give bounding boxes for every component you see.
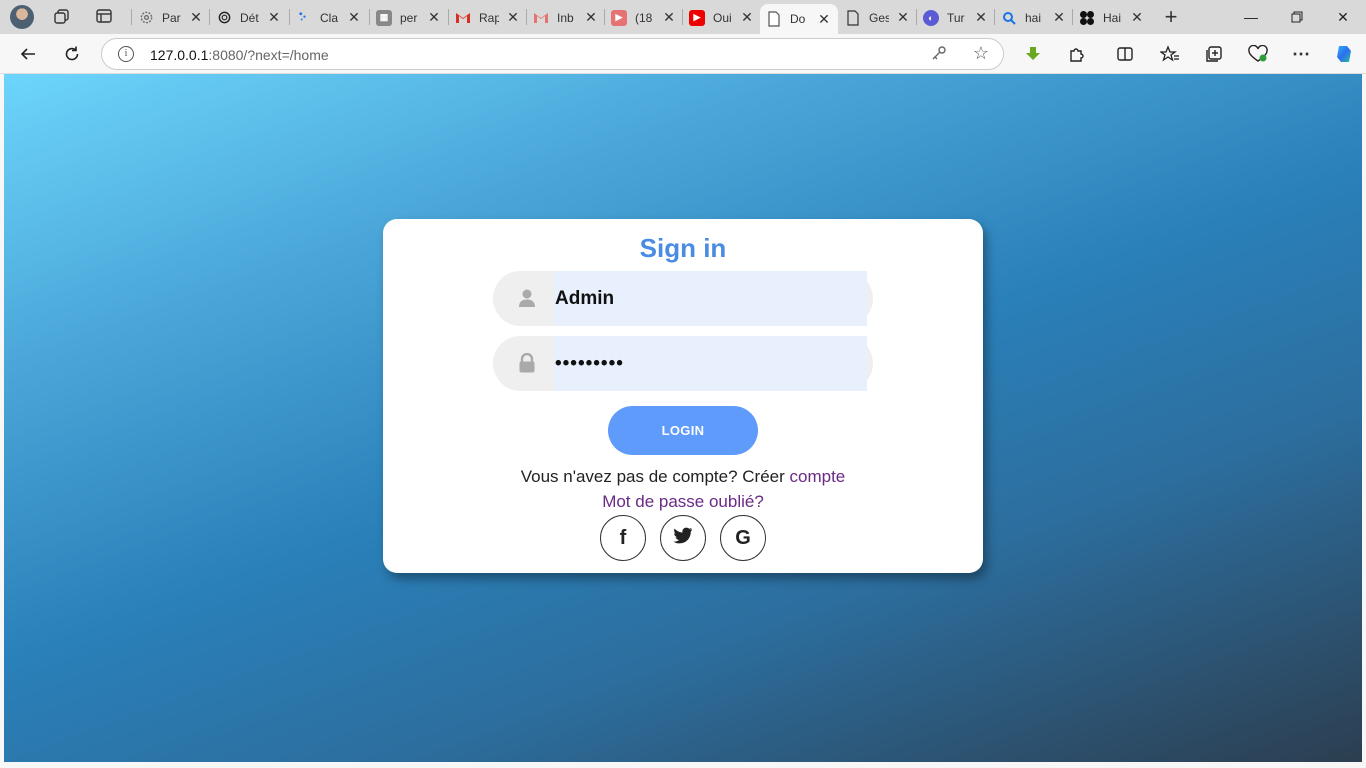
tab-title: Tur [947, 10, 965, 25]
copilot-icon[interactable] [1331, 42, 1357, 66]
performance-icon[interactable] [1245, 42, 1271, 66]
tab-title: Ges [869, 10, 889, 25]
twitter-icon [673, 527, 693, 550]
tab-actions-icon[interactable] [94, 7, 114, 27]
browser-toolbar: i 127.0.0.1:8080/?next=/home ☆ ⋯ [0, 34, 1366, 74]
tab-title: Hai [1103, 10, 1122, 25]
tab-close-icon[interactable]: ✕ [583, 9, 599, 26]
split-screen-icon[interactable] [1112, 42, 1138, 66]
facebook-icon: f [619, 526, 627, 549]
favorite-star-icon[interactable]: ☆ [973, 43, 989, 64]
profile-avatar[interactable] [10, 5, 34, 29]
tab-close-icon[interactable]: ✕ [505, 9, 521, 26]
tab-11[interactable]: ◐ Tur ✕ [917, 4, 993, 31]
tab-10[interactable]: Ges ✕ [839, 4, 915, 31]
extensions-icon[interactable] [1064, 42, 1090, 66]
tab-9-active[interactable]: Do ✕ [760, 4, 838, 34]
workspaces-icon[interactable] [52, 7, 72, 27]
url-path: :8080/?next=/home [208, 47, 329, 63]
google-button[interactable]: G [720, 515, 766, 561]
new-tab-icon[interactable]: + [1161, 6, 1181, 28]
tab-close-icon[interactable]: ✕ [346, 9, 362, 26]
lock-icon [517, 352, 537, 373]
collections-icon[interactable] [1201, 42, 1227, 66]
tab-title: Inb [557, 10, 574, 25]
favorites-icon[interactable] [1157, 42, 1183, 66]
tab-title: Do [790, 12, 806, 26]
password-input[interactable] [554, 336, 867, 391]
tab-8[interactable]: ▶ Oui ✕ [683, 4, 759, 31]
tab-title: Dét [240, 10, 259, 25]
more-menu-icon[interactable]: ⋯ [1288, 42, 1314, 66]
gmail-icon [455, 10, 471, 26]
openai-icon [216, 10, 232, 26]
url-text[interactable]: 127.0.0.1:8080/?next=/home [150, 47, 329, 63]
address-bar[interactable]: i 127.0.0.1:8080/?next=/home ☆ [101, 38, 1004, 70]
dots-icon [296, 10, 312, 26]
tab-1[interactable]: Par ✕ [132, 4, 208, 31]
user-icon [517, 288, 537, 308]
tab-close-icon[interactable]: ✕ [188, 9, 204, 26]
restore-icon[interactable] [1274, 0, 1320, 34]
login-button[interactable]: LOGIN [608, 406, 758, 455]
globe-icon: ◐ [923, 9, 939, 26]
tab-title: per [400, 10, 418, 25]
clover-icon [1079, 10, 1095, 26]
tab-title: Rap [479, 10, 499, 25]
tab-close-icon[interactable]: ✕ [816, 11, 832, 28]
tab-6[interactable]: Inb ✕ [527, 4, 603, 31]
tab-close-icon[interactable]: ✕ [895, 9, 911, 26]
username-field[interactable] [493, 271, 873, 326]
tab-close-icon[interactable]: ✕ [973, 9, 989, 26]
tab-2[interactable]: Dét ✕ [210, 4, 288, 31]
site-info-icon[interactable]: i [118, 46, 134, 62]
tab-13[interactable]: Hai ✕ [1073, 4, 1149, 31]
tab-close-icon[interactable]: ✕ [266, 9, 282, 26]
twitter-button[interactable] [660, 515, 706, 561]
signup-prompt-text: Vous n'avez pas de compte? Créer [520, 467, 790, 486]
tab-close-icon[interactable]: ✕ [426, 9, 442, 26]
key-icon[interactable] [931, 45, 947, 66]
document-icon [766, 11, 782, 27]
minimize-icon[interactable]: — [1228, 0, 1274, 34]
tab-close-icon[interactable]: ✕ [1051, 9, 1067, 26]
gmail-icon [533, 10, 549, 26]
tab-title: (18 [635, 10, 653, 25]
page-title: Sign in [639, 233, 727, 263]
tab-title: Cla [320, 10, 339, 25]
signup-prompt: Vous n'avez pas de compte? Créer compte [383, 467, 983, 487]
youtube-icon: ▶ [689, 9, 705, 26]
page-background: Sign in LOGIN Vous n'avez pas de compte?… [4, 74, 1362, 762]
youtube-icon: ▶ [611, 9, 627, 26]
facebook-button[interactable]: f [600, 515, 646, 561]
tab-title: hai [1025, 10, 1042, 25]
tab-strip: Par ✕ Dét ✕ Cla ✕ ▦ per ✕ Rap ✕ Inb ✕ ▶ … [0, 0, 1366, 34]
forgot-password-link[interactable]: Mot de passe oublié? [383, 492, 983, 512]
tab-12[interactable]: hai ✕ [995, 4, 1071, 31]
tab-title: Oui [713, 10, 732, 25]
tab-title: Par [162, 10, 181, 25]
signup-link[interactable]: compte [790, 467, 846, 486]
tab-close-icon[interactable]: ✕ [739, 9, 755, 26]
tab-3[interactable]: Cla ✕ [290, 4, 368, 31]
download-extension-icon[interactable] [1020, 42, 1046, 66]
tab-5[interactable]: Rap ✕ [449, 4, 525, 31]
username-input[interactable] [554, 271, 867, 326]
tab-close-icon[interactable]: ✕ [1129, 9, 1145, 26]
url-host: 127.0.0.1 [150, 47, 209, 63]
tab-close-icon[interactable]: ✕ [661, 9, 677, 26]
login-card: Sign in LOGIN Vous n'avez pas de compte?… [383, 219, 983, 573]
gear-icon [138, 10, 154, 26]
back-arrow-icon[interactable] [15, 42, 41, 66]
close-window-icon[interactable]: ✕ [1320, 0, 1366, 34]
password-field[interactable] [493, 336, 873, 391]
tab-7[interactable]: ▶ (18 ✕ [605, 4, 681, 31]
grid-icon: ▦ [376, 9, 392, 26]
refresh-icon[interactable] [59, 42, 85, 66]
tab-4[interactable]: ▦ per ✕ [370, 4, 448, 31]
document-icon [845, 9, 861, 26]
search-icon [1001, 10, 1017, 26]
google-icon: G [735, 526, 751, 549]
